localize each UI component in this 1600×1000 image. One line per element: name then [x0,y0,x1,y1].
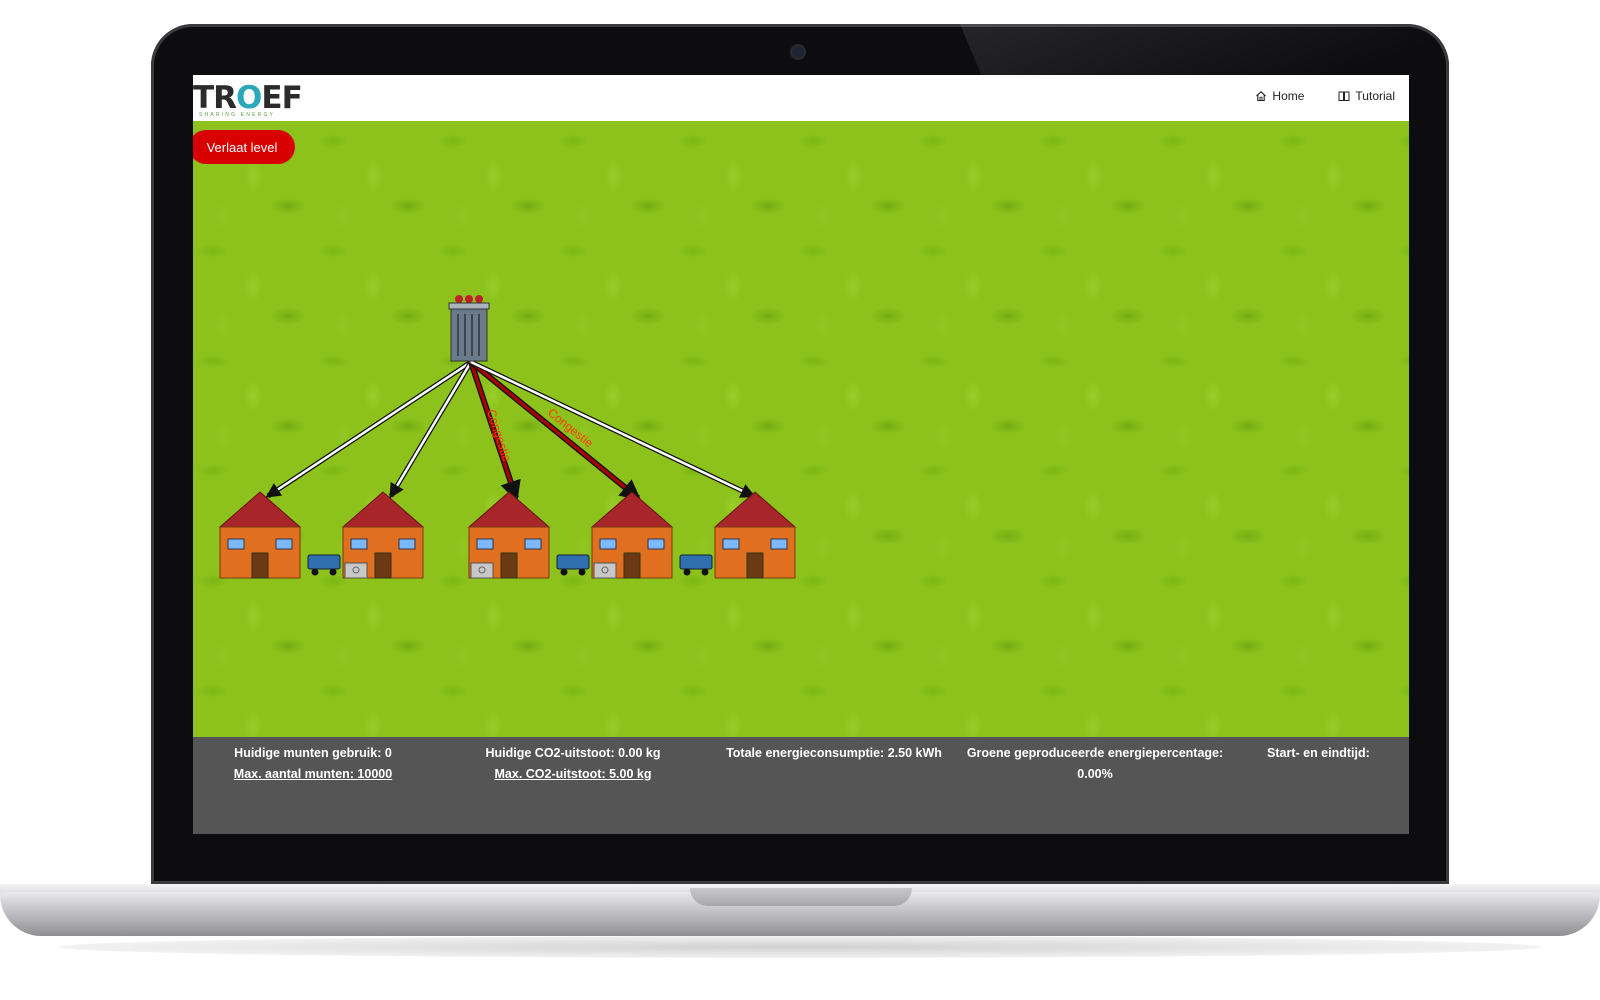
logo-wordmark: TROEF [193,80,303,116]
house-4[interactable] [590,491,674,579]
home-icon [1256,91,1267,102]
laptop-shadow [60,936,1540,958]
stat-time: Start- en eindtijd: [1267,743,1407,764]
energy-total: Totale energieconsumptie: 2.50 kWh [726,746,942,760]
nav-home-label: Home [1272,89,1305,103]
navbar: TROEF SHARING ENERGY Home Tutorial [193,75,1409,121]
game-canvas[interactable]: Congestie Congestie Verlaat level [193,121,1409,737]
green-value: 0.00% [1077,767,1113,781]
laptop-notch [690,888,912,906]
power-line-1[interactable] [265,359,473,499]
co2-current: Huidige CO2-uitstoot: 0.00 kg [485,746,661,760]
nav-home[interactable]: Home [1255,89,1304,103]
coins-max[interactable]: Max. aantal munten: 10000 [213,764,413,785]
screen: TROEF SHARING ENERGY Home Tutorial Conge… [193,75,1409,834]
coins-used: Huidige munten gebruik: 0 [234,746,392,760]
stat-coins: Huidige munten gebruik: 0 Max. aantal mu… [213,743,413,785]
house-2[interactable] [341,491,425,579]
nav-links: Home Tutorial [1255,89,1395,103]
nav-tutorial-label: Tutorial [1355,89,1395,103]
book-icon [1338,91,1350,101]
laptop-frame: TROEF SHARING ENERGY Home Tutorial Conge… [0,0,1600,1000]
house-3[interactable] [467,491,551,579]
battery-1[interactable] [307,554,341,576]
stats-bar: Huidige munten gebruik: 0 Max. aantal mu… [193,737,1409,834]
start-end-time: Start- en eindtijd: [1267,746,1370,760]
power-line-2[interactable] [388,360,474,499]
stat-co2: Huidige CO2-uitstoot: 0.00 kg Max. CO2-u… [465,743,681,785]
battery-2[interactable] [556,554,590,576]
congestion-label-1: Congestie [484,408,514,464]
stat-green: Groene geproduceerde energiepercentage: … [963,743,1227,785]
house-5[interactable] [713,491,797,579]
house-1[interactable] [218,491,302,579]
webcam [792,46,804,58]
logo-tagline: SHARING ENERGY [199,112,276,118]
co2-max[interactable]: Max. CO2-uitstoot: 5.00 kg [465,764,681,785]
stat-energy: Totale energieconsumptie: 2.50 kWh [721,743,947,764]
exit-level-button[interactable]: Verlaat level [193,130,295,164]
grid-drawing: Congestie Congestie [218,295,797,579]
battery-3[interactable] [679,554,713,576]
transformer[interactable] [448,295,490,362]
nav-tutorial[interactable]: Tutorial [1338,89,1395,103]
green-label: Groene geproduceerde energiepercentage: [966,746,1224,760]
